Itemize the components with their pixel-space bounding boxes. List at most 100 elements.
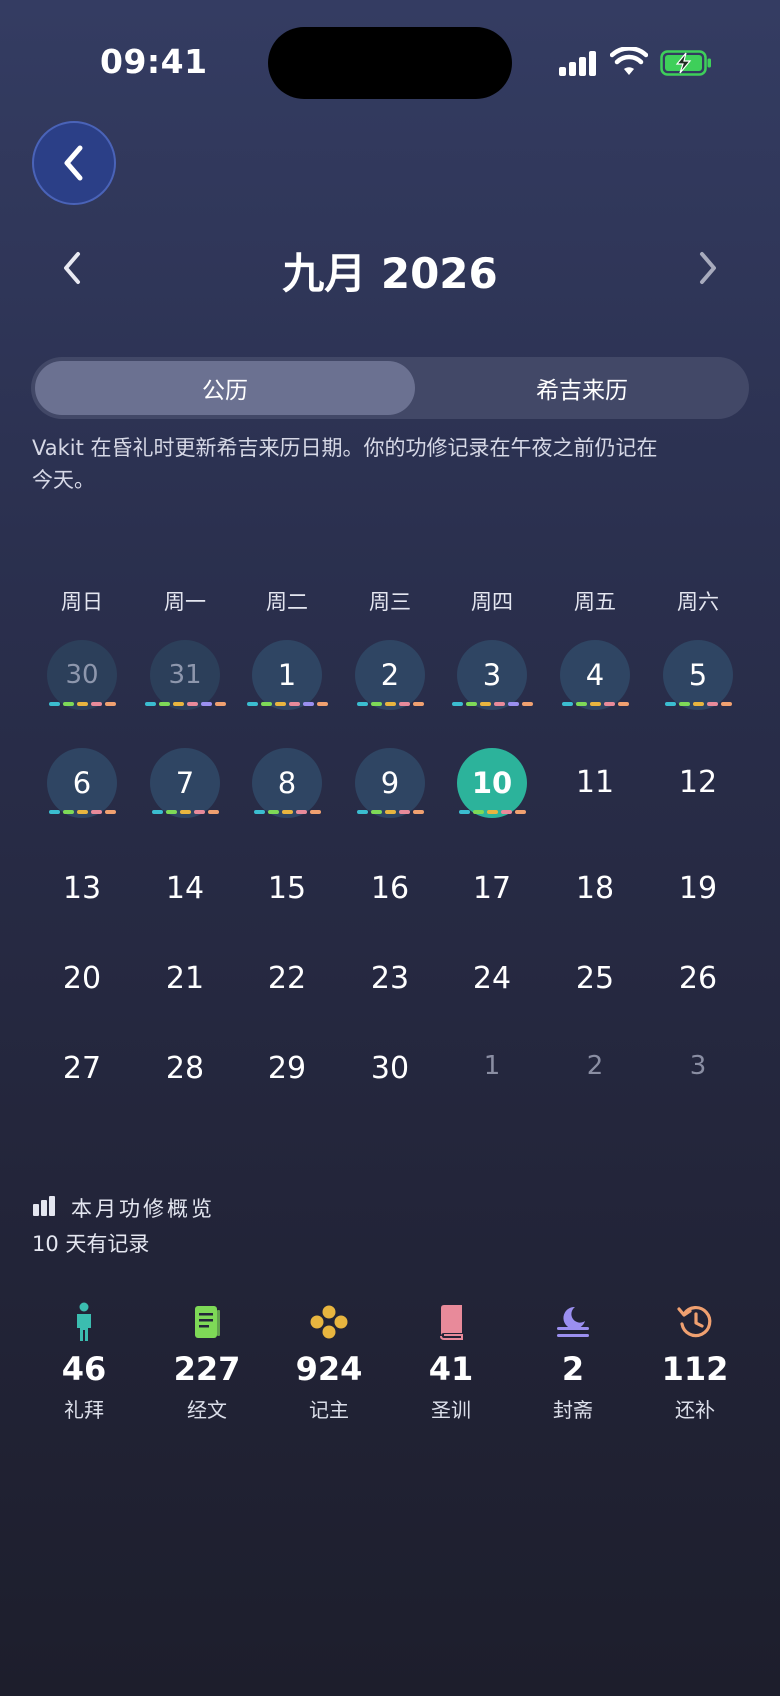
- calendar-day[interactable]: 23: [340, 961, 440, 996]
- calendar-day[interactable]: 30: [47, 640, 117, 710]
- activity-dash: [90, 810, 102, 814]
- calendar-day[interactable]: 2: [545, 1051, 645, 1081]
- hijri-update-note: Vakit 在昏礼时更新希吉来历日期。你的功修记录在午夜之前仍记在今天。: [32, 436, 658, 492]
- activity-indicator: [253, 810, 321, 814]
- activity-dash: [356, 702, 368, 706]
- tab-gregorian[interactable]: 公历: [35, 361, 415, 415]
- calendar-day[interactable]: 21: [135, 961, 235, 996]
- stat-book-page[interactable]: 227 经文: [146, 1302, 268, 1423]
- activity-dash: [165, 810, 177, 814]
- calendar-day[interactable]: 17: [442, 871, 542, 906]
- status-time: 09:41: [100, 42, 208, 81]
- calendar-day[interactable]: 28: [135, 1051, 235, 1086]
- calendar-day[interactable]: 4: [560, 640, 630, 710]
- calendar-day[interactable]: 15: [237, 871, 337, 906]
- stat-person-standing[interactable]: 46 礼拜: [23, 1302, 145, 1423]
- calendar-day[interactable]: 1: [252, 640, 322, 710]
- calendar-day[interactable]: 3: [648, 1051, 748, 1081]
- calendar-day[interactable]: 3: [457, 640, 527, 710]
- stat-book[interactable]: 41 圣训: [390, 1302, 512, 1423]
- calendar-day[interactable]: 19: [648, 871, 748, 906]
- activity-dash: [561, 702, 573, 706]
- stat-value: 227: [173, 1350, 241, 1388]
- calendar-day[interactable]: 6: [47, 748, 117, 818]
- activity-dash: [589, 702, 601, 706]
- calendar-day[interactable]: 7: [150, 748, 220, 818]
- calendar-day[interactable]: 9: [355, 748, 425, 818]
- activity-dash: [486, 810, 498, 814]
- activity-dash: [207, 810, 219, 814]
- activity-indicator: [561, 702, 629, 706]
- activity-dash: [76, 810, 88, 814]
- calendar-day[interactable]: 18: [545, 871, 645, 906]
- activity-indicator: [451, 702, 533, 706]
- activity-dash: [617, 702, 629, 706]
- calendar-day[interactable]: 26: [648, 961, 748, 996]
- beads-icon: [268, 1302, 390, 1342]
- activity-dash: [603, 702, 615, 706]
- calendar-day[interactable]: 27: [32, 1051, 132, 1086]
- stat-history[interactable]: 112 还补: [634, 1302, 756, 1423]
- calendar-day[interactable]: 8: [252, 748, 322, 818]
- activity-dash: [356, 810, 368, 814]
- book-icon: [390, 1302, 512, 1342]
- calendar-day[interactable]: 22: [237, 961, 337, 996]
- calendar-day[interactable]: 2: [355, 640, 425, 710]
- calendar-day[interactable]: 30: [340, 1051, 440, 1086]
- activity-dash: [295, 810, 307, 814]
- calendar-day[interactable]: 24: [442, 961, 542, 996]
- calendar-day[interactable]: 25: [545, 961, 645, 996]
- stat-moon[interactable]: 2 封斋: [512, 1302, 634, 1423]
- activity-dash: [398, 702, 410, 706]
- calendar-day[interactable]: 1: [442, 1051, 542, 1081]
- calendar-day[interactable]: 16: [340, 871, 440, 906]
- wifi-icon: [610, 47, 648, 75]
- activity-indicator: [48, 702, 116, 706]
- activity-dash: [412, 702, 424, 706]
- calendar-day[interactable]: 14: [135, 871, 235, 906]
- stat-label: 封斋: [553, 1398, 593, 1422]
- calendar-day[interactable]: 20: [32, 961, 132, 996]
- cellular-signal-icon: [559, 51, 597, 76]
- activity-dash: [253, 810, 265, 814]
- next-month-button[interactable]: [688, 248, 728, 288]
- stat-label: 还补: [675, 1398, 715, 1422]
- calendar-day[interactable]: 11: [545, 765, 645, 800]
- activity-dash: [274, 702, 286, 706]
- stat-label: 记主: [309, 1398, 349, 1422]
- calendar-day[interactable]: 31: [150, 640, 220, 710]
- activity-dash: [521, 702, 533, 706]
- activity-dash: [500, 810, 512, 814]
- back-button[interactable]: [32, 121, 116, 205]
- activity-dash: [575, 702, 587, 706]
- activity-dash: [158, 702, 170, 706]
- activity-dash: [151, 810, 163, 814]
- activity-dash: [62, 810, 74, 814]
- activity-indicator: [144, 702, 226, 706]
- activity-dash: [260, 702, 272, 706]
- activity-dash: [267, 810, 279, 814]
- calendar-day[interactable]: 12: [648, 765, 748, 800]
- dynamic-island: [268, 27, 512, 99]
- activity-dash: [90, 702, 102, 706]
- calendar-day[interactable]: 29: [237, 1051, 337, 1086]
- tab-hijri[interactable]: 希吉来历: [419, 361, 745, 415]
- calendar-day[interactable]: 13: [32, 871, 132, 906]
- activity-indicator: [664, 702, 732, 706]
- activity-dash: [193, 810, 205, 814]
- calendar-day[interactable]: 5: [663, 640, 733, 710]
- activity-dash: [48, 810, 60, 814]
- overview-subtitle: 10 天有记录: [32, 1232, 150, 1256]
- stat-beads[interactable]: 924 记主: [268, 1302, 390, 1423]
- bar-chart-icon: [33, 1196, 55, 1216]
- activity-indicator: [48, 810, 116, 814]
- battery-charging-icon: [660, 50, 711, 76]
- activity-dash: [316, 702, 328, 706]
- history-icon: [634, 1302, 756, 1342]
- activity-dash: [144, 702, 156, 706]
- book-page-icon: [146, 1302, 268, 1342]
- stat-value: 2: [561, 1350, 585, 1388]
- calendar-day-today[interactable]: 10: [457, 748, 527, 818]
- activity-dash: [514, 810, 526, 814]
- activity-dash: [104, 702, 116, 706]
